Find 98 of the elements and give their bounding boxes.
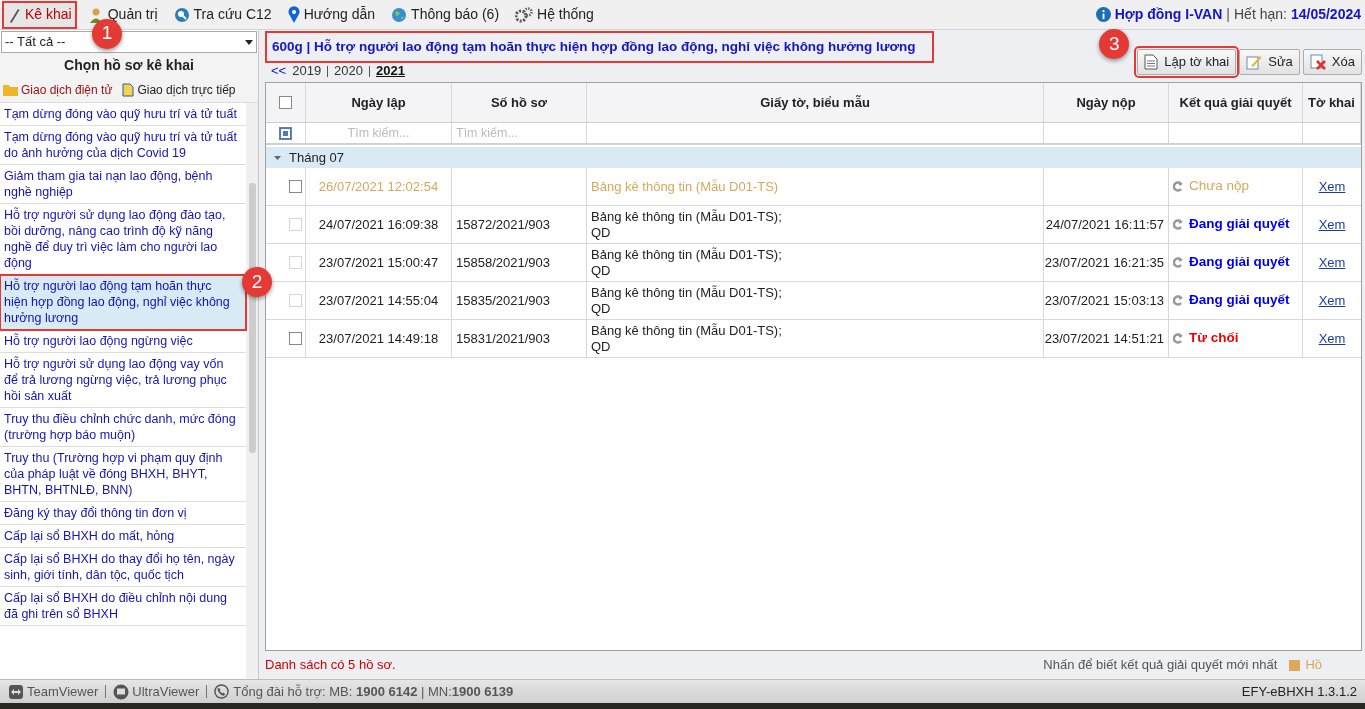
monitor-icon [113, 683, 130, 700]
table-cell-text: 23/07/2021 15:03:13 [1044, 291, 1164, 310]
sidebar-item[interactable]: Hỗ trợ người lao động ngừng việc [0, 330, 246, 353]
collapse-caret-icon [274, 155, 281, 160]
info-icon [1095, 7, 1111, 22]
step-number-badge: 3 [1099, 29, 1130, 59]
menu-item[interactable]: Kê khai [4, 2, 75, 27]
refresh-icon[interactable] [1173, 257, 1183, 268]
transaction-tab[interactable]: Giao dịch điện tử [3, 80, 113, 99]
column-header[interactable]: Số hồ sơ [452, 83, 587, 122]
version-text: EFY-eBHXH 1.3.1.2 [1241, 682, 1357, 701]
column-header[interactable]: Kết quả giải quyết [1169, 83, 1303, 122]
expiry-label: Hết hạn: [1234, 5, 1287, 24]
table-cell-text: QD [591, 300, 612, 317]
refresh-hint-link[interactable]: Nhấn để biết kết quả giải quyết mới nhất [1043, 655, 1278, 675]
column-header[interactable]: Giấy tờ, biểu mẫu [587, 83, 1044, 122]
refresh-icon[interactable] [1173, 219, 1183, 230]
globe-icon [391, 6, 408, 23]
year-link[interactable]: 2020 [334, 61, 364, 81]
table-cell-text: Bảng kê thông tin (Mẫu D01-TS); [591, 246, 783, 263]
status-text: Đang giải quyết [1189, 253, 1290, 272]
contract-link[interactable]: Hợp đồng I-VAN [1114, 4, 1223, 25]
column-header[interactable]: Tờ khai [1303, 83, 1361, 122]
table-cell-text: Bảng kê thông tin (Mẫu D01-TS); [591, 208, 783, 225]
table-cell-text: Bảng kê thông tin (Mẫu D01-TS); [591, 284, 783, 301]
sidebar-item[interactable]: Tạm dừng đóng vào quỹ hưu trí và tử tuất [0, 103, 246, 126]
menu-item[interactable]: Hệ thống [512, 2, 597, 27]
year-link[interactable]: 2021 [376, 61, 405, 81]
view-link[interactable]: Xem [1318, 176, 1346, 197]
table-cell-text: Bảng kê thông tin (Mẫu D01-TS); [591, 322, 783, 339]
refresh-icon[interactable] [1173, 333, 1183, 344]
page-title: 600g | Hỗ trợ người lao động tạm hoãn thực hiện hợp đồng lao động, nghỉ việc không hưởng lương [265, 31, 934, 63]
table-cell-text: 23/07/2021 16:21:35 [1044, 253, 1164, 272]
search-icon [173, 6, 190, 23]
table-cell-text: 15872/2021/903 [456, 215, 550, 234]
pen-icon [7, 6, 21, 23]
table-cell: 24/07/2021 16:09:38 [306, 206, 452, 243]
filter-checkbox[interactable] [279, 126, 292, 140]
menu-item[interactable]: Hướng dẫn [284, 2, 379, 27]
column-header[interactable]: Ngày lập [306, 83, 452, 122]
document-icon [1144, 54, 1159, 70]
table-cell: 23/07/2021 14:49:18 [306, 320, 452, 357]
table-cell-text: 15858/2021/903 [456, 253, 550, 272]
search-field[interactable]: Tìm kiếm... [456, 123, 582, 143]
expiry-date: 14/05/2024 [1290, 5, 1361, 24]
table-cell-text: Bảng kê thông tin (Mẫu D01-TS) [591, 178, 780, 195]
arrows-icon [8, 683, 24, 700]
sidebar-item[interactable]: Đăng ký thay đổi thông tin đơn vị [0, 502, 246, 525]
table-cell-text: QD [591, 338, 612, 355]
search-field[interactable]: Tìm kiếm... [310, 123, 447, 143]
table-cell-text: QD [591, 262, 612, 279]
select-all-checkbox[interactable] [279, 96, 292, 109]
status-text: Từ chối [1189, 329, 1239, 348]
toolbar-button[interactable]: Sửa [1239, 49, 1300, 75]
toolbar-button[interactable]: Lập tờ khai [1137, 49, 1237, 75]
year-link[interactable]: 2019 [292, 61, 322, 81]
sidebar-item[interactable]: Hỗ trợ người lao động tạm hoãn thực hiện hợp đồng lao động, nghỉ việc không hưởng lương [0, 275, 246, 330]
refresh-icon[interactable] [1173, 181, 1183, 192]
view-link[interactable]: Xem [1318, 328, 1346, 349]
delete-icon [1309, 54, 1326, 70]
document-icon [122, 82, 135, 97]
transaction-tab[interactable]: Giao dịch trực tiếp [122, 80, 236, 99]
map-pin-icon [287, 6, 300, 23]
menu-item[interactable]: Thông báo (6) [388, 2, 503, 27]
refresh-icon[interactable] [1173, 295, 1183, 306]
record-count: Danh sách có 5 hồ sơ. [265, 656, 396, 675]
menu-item[interactable]: Tra cứu C12 [170, 2, 275, 27]
group-label: Tháng 07 [289, 148, 344, 167]
support-text: Tổng đài hỗ trợ: MB: 1900 6142 | MN:1900 6139 [233, 682, 514, 701]
row-checkbox[interactable] [289, 180, 302, 193]
toolbar-button[interactable]: Xóa [1302, 49, 1362, 75]
column-header[interactable]: Ngày nộp [1044, 83, 1169, 122]
table-cell: 23/07/2021 14:55:04 [306, 282, 452, 319]
status-text: Đang giải quyết [1189, 291, 1290, 310]
group-row[interactable]: Tháng 07 [266, 147, 1361, 168]
folder-icon [3, 83, 18, 96]
table-cell-text: 23/07/2021 14:51:21 [1044, 329, 1164, 348]
row-checkbox[interactable] [289, 332, 302, 345]
legend-swatch [1289, 659, 1301, 671]
table-cell-text: 24/07/2021 16:11:57 [1045, 215, 1164, 234]
sidebar-heading: Chọn hồ sơ kê khai [0, 53, 258, 77]
status-link[interactable]: TeamViewer [8, 681, 99, 702]
gear-icon [515, 6, 534, 23]
previous-years-link[interactable]: << [271, 61, 287, 81]
status-link[interactable]: UltraViewer [113, 681, 200, 702]
legend-label: Hồ [1305, 656, 1322, 675]
table-cell-text: 15835/2021/903 [456, 291, 550, 310]
edit-icon [1246, 54, 1263, 70]
table-cell: 23/07/2021 15:00:47 [306, 244, 452, 281]
status-text: Chưa nộp [1189, 177, 1250, 196]
dropdown-caret-icon [245, 39, 253, 45]
phone-icon [214, 684, 230, 699]
table-cell: 26/07/2021 12:02:54 [306, 168, 452, 205]
sidebar-item[interactable]: Cấp lại sổ BHXH do mất, hỏng [0, 525, 246, 548]
table-cell-text: 15831/2021/903 [456, 329, 550, 348]
table-cell-text: QD [591, 224, 612, 241]
separator-text: | [1226, 5, 1230, 24]
status-text: Đang giải quyết [1189, 215, 1290, 234]
